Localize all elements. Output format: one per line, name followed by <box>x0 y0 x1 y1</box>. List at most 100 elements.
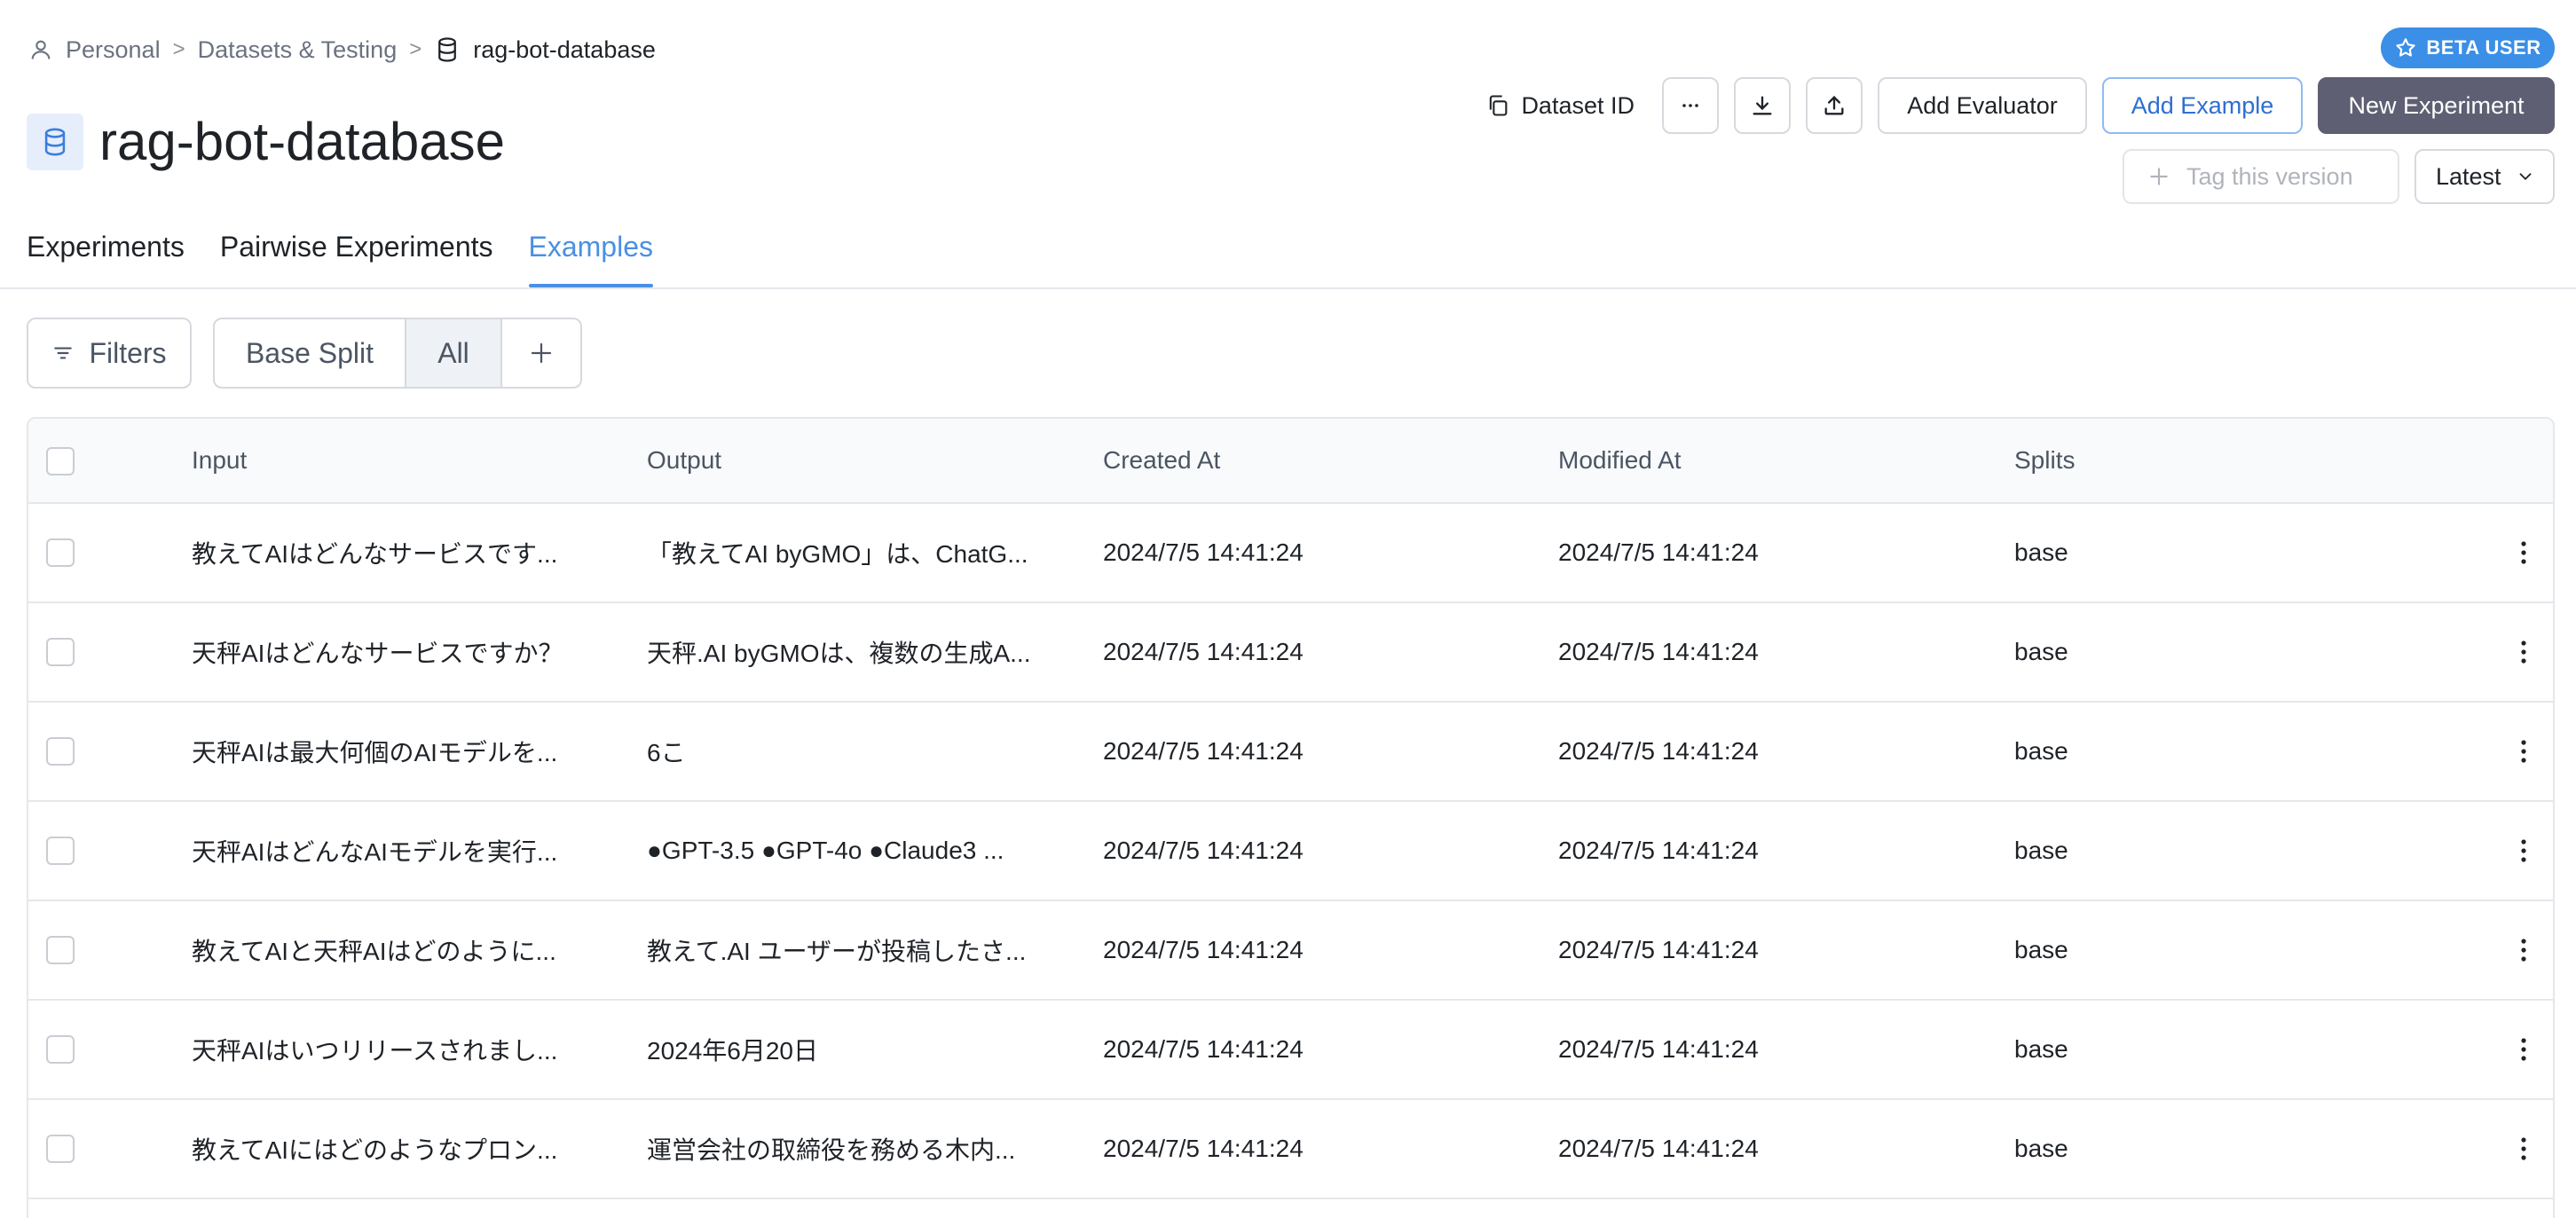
row-input: 教えてAIはどんなサービスです... <box>192 540 558 568</box>
split-selector: Base Split All <box>213 318 582 389</box>
dataset-id-button[interactable]: Dataset ID <box>1473 77 1647 134</box>
row-created-at: 2024/7/5 14:41:24 <box>1103 837 1304 864</box>
beta-user-badge[interactable]: BETA USER <box>2381 28 2555 68</box>
tag-version-label: Tag this version <box>2186 162 2353 190</box>
row-output: 6こ <box>647 739 686 766</box>
row-checkbox[interactable] <box>46 936 75 964</box>
filter-icon <box>51 342 75 365</box>
column-output[interactable]: Output <box>647 446 721 475</box>
database-icon <box>27 113 83 170</box>
table-row[interactable]: 教えてAIにはどのようなプロン... 運営会社の取締役を務める木内... 202… <box>28 1100 2553 1199</box>
row-modified-at: 2024/7/5 14:41:24 <box>1558 1035 1759 1063</box>
kebab-icon[interactable] <box>2513 734 2534 769</box>
row-checkbox[interactable] <box>46 1035 75 1064</box>
breadcrumb-separator: > <box>172 37 185 61</box>
row-created-at: 2024/7/5 14:41:24 <box>1103 1035 1304 1063</box>
breadcrumb-current-label: rag-bot-database <box>473 35 656 63</box>
row-splits: base <box>2014 538 2068 566</box>
tab-pairwise-experiments[interactable]: Pairwise Experiments <box>220 224 493 287</box>
star-icon <box>2394 36 2417 59</box>
table-row[interactable]: 教えてAIと天秤AIはどのように... 教えて.AI ユーザーが投稿したさ...… <box>28 901 2553 1001</box>
action-toolbar: Dataset ID Add Evaluator Add Example New… <box>1473 77 2555 134</box>
tab-experiments[interactable]: Experiments <box>27 224 185 287</box>
ellipsis-icon <box>1680 95 1701 116</box>
row-created-at: 2024/7/5 14:41:24 <box>1103 638 1304 665</box>
table-row[interactable]: 天秤AIはどんなサービスですか？ 天秤.AI byGMOは、複数の生成A... … <box>28 603 2553 703</box>
breadcrumb-datasets[interactable]: Datasets & Testing <box>198 36 398 64</box>
split-base[interactable]: Base Split <box>215 319 406 387</box>
download-button[interactable] <box>1734 77 1791 134</box>
row-splits: base <box>2014 737 2068 765</box>
row-modified-at: 2024/7/5 14:41:24 <box>1558 936 1759 963</box>
filters-button[interactable]: Filters <box>27 318 192 389</box>
row-output: 天秤.AI byGMOは、複数の生成A... <box>647 640 1031 667</box>
tab-examples[interactable]: Examples <box>528 224 653 287</box>
row-splits: base <box>2014 638 2068 665</box>
row-output: 2024年6月20日 <box>647 1037 819 1065</box>
row-input: 教えてAIにはどのようなプロン... <box>192 1136 558 1164</box>
column-input[interactable]: Input <box>192 446 247 475</box>
upload-button[interactable] <box>1806 77 1863 134</box>
row-input: 天秤AIはいつリリースされまし... <box>192 1037 558 1065</box>
row-input: 天秤AIはどんなAIモデルを実行... <box>192 838 558 866</box>
tab-bar: Experiments Pairwise Experiments Example… <box>27 224 653 287</box>
column-splits[interactable]: Splits <box>2014 446 2075 475</box>
row-splits: base <box>2014 837 2068 864</box>
dataset-id-label: Dataset ID <box>1521 91 1635 119</box>
add-evaluator-button[interactable]: Add Evaluator <box>1878 77 2087 134</box>
page-header: rag-bot-database <box>27 111 505 172</box>
breadcrumb-datasets-label: Datasets & Testing <box>197 35 398 63</box>
row-splits: base <box>2014 1135 2068 1162</box>
kebab-icon[interactable] <box>2513 1131 2534 1167</box>
breadcrumb-separator: > <box>409 37 422 61</box>
row-created-at: 2024/7/5 14:41:24 <box>1103 936 1304 963</box>
user-icon <box>28 37 53 62</box>
kebab-icon[interactable] <box>2513 932 2534 968</box>
row-output: ●GPT-3.5 ●GPT-4o ●Claude3 ... <box>647 837 1004 864</box>
row-output: 運営会社の取締役を務める木内... <box>647 1136 1016 1164</box>
split-all[interactable]: All <box>406 319 502 387</box>
copy-icon <box>1485 93 1510 118</box>
table-row[interactable]: 教えてAIはどんなサービスです... 「教えてAI byGMO」は、ChatG.… <box>28 504 2553 603</box>
row-modified-at: 2024/7/5 14:41:24 <box>1558 737 1759 765</box>
breadcrumb-personal[interactable]: Personal <box>28 36 161 64</box>
chevron-down-icon <box>2516 167 2535 186</box>
add-example-button[interactable]: Add Example <box>2102 77 2303 134</box>
tabs-divider <box>0 287 2576 289</box>
kebab-icon[interactable] <box>2513 833 2534 868</box>
column-created-at[interactable]: Created At <box>1103 446 1220 475</box>
row-checkbox[interactable] <box>46 638 75 666</box>
kebab-icon[interactable] <box>2513 634 2534 670</box>
row-input: 天秤AIは最大何個のAIモデルを... <box>192 739 558 766</box>
tag-version-button[interactable]: Tag this version <box>2123 149 2399 204</box>
row-modified-at: 2024/7/5 14:41:24 <box>1558 538 1759 566</box>
table-header: Input Output Created At Modified At Spli… <box>28 419 2553 504</box>
row-input: 天秤AIはどんなサービスですか？ <box>192 640 563 667</box>
row-checkbox[interactable] <box>46 837 75 865</box>
plus-icon <box>2147 165 2170 188</box>
row-checkbox[interactable] <box>46 1135 75 1163</box>
page-title: rag-bot-database <box>99 112 505 171</box>
row-modified-at: 2024/7/5 14:41:24 <box>1558 837 1759 864</box>
row-created-at: 2024/7/5 14:41:24 <box>1103 538 1304 566</box>
more-options-button[interactable] <box>1662 77 1719 134</box>
download-icon <box>1750 93 1775 118</box>
version-select[interactable]: Latest <box>2415 149 2555 204</box>
new-experiment-button[interactable]: New Experiment <box>2318 77 2555 134</box>
kebab-icon[interactable] <box>2513 1032 2534 1067</box>
breadcrumb-personal-label: Personal <box>66 35 161 63</box>
add-split-button[interactable] <box>502 319 580 387</box>
row-checkbox[interactable] <box>46 538 75 567</box>
select-all-checkbox[interactable] <box>46 447 75 475</box>
row-created-at: 2024/7/5 14:41:24 <box>1103 1135 1304 1162</box>
column-modified-at[interactable]: Modified At <box>1558 446 1682 475</box>
row-output: 「教えてAI byGMO」は、ChatG... <box>647 540 1028 568</box>
row-splits: base <box>2014 936 2068 963</box>
plus-icon <box>528 340 555 366</box>
table-row[interactable]: 天秤AIはどんなAIモデルを実行... ●GPT-3.5 ●GPT-4o ●Cl… <box>28 802 2553 901</box>
row-checkbox[interactable] <box>46 737 75 766</box>
kebab-icon[interactable] <box>2513 535 2534 570</box>
table-row[interactable]: 天秤AIはいつリリースされまし... 2024年6月20日 2024/7/5 1… <box>28 1001 2553 1100</box>
table-row[interactable]: 天秤AIは最大何個のAIモデルを... 6こ 2024/7/5 14:41:24… <box>28 703 2553 802</box>
filters-label: Filters <box>89 336 167 369</box>
